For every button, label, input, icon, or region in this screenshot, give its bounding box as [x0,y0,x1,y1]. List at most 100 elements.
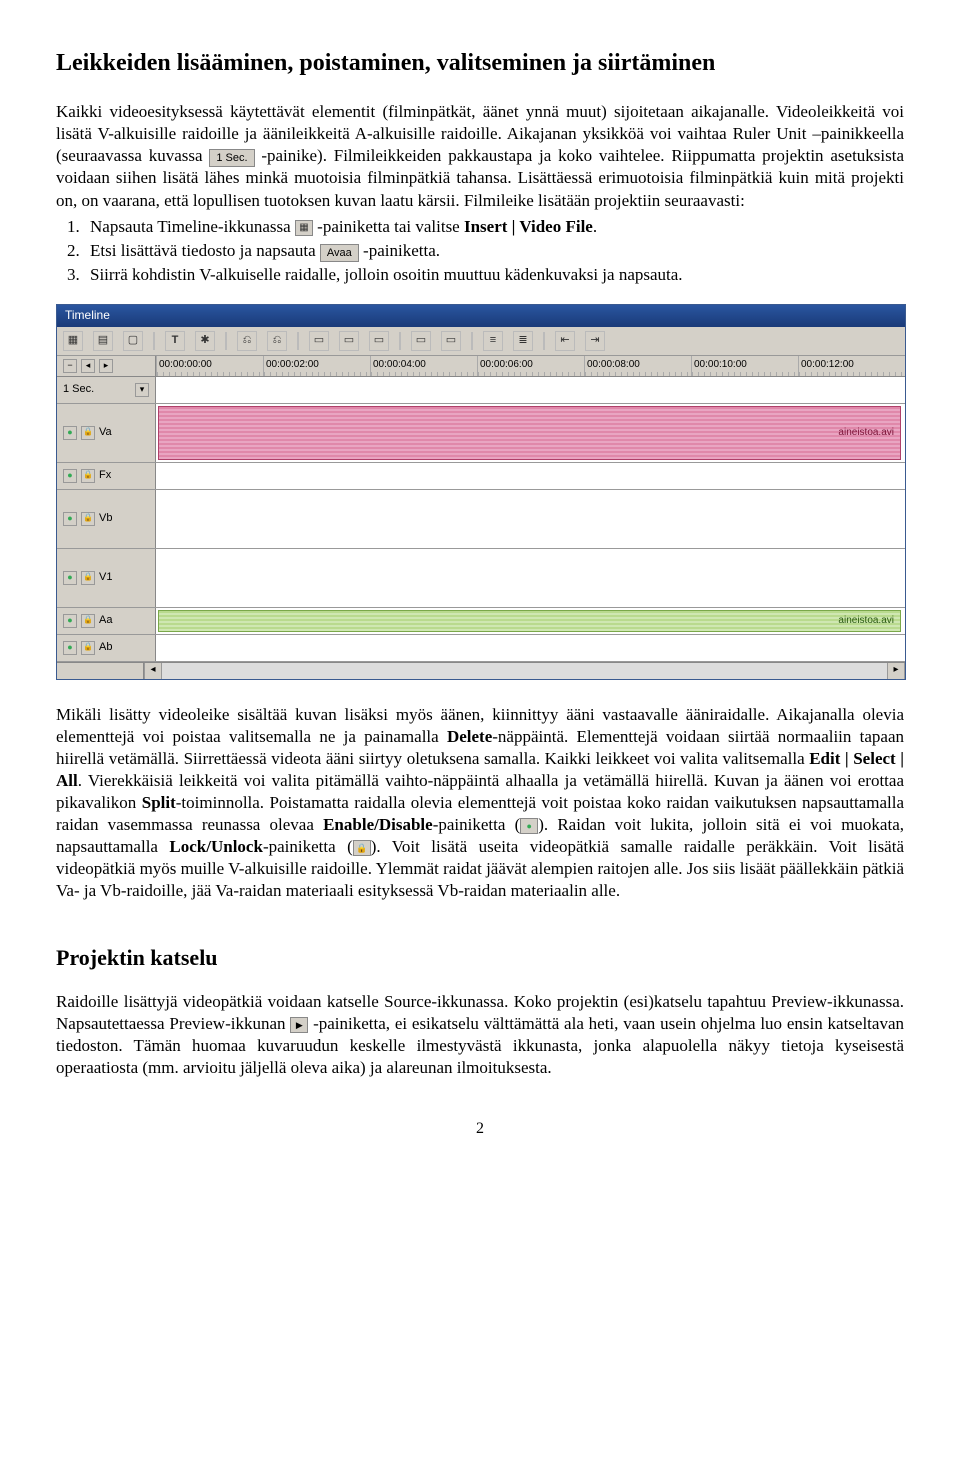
section-heading: Leikkeiden lisääminen, poistaminen, vali… [56,48,904,79]
step2-b: -painiketta. [363,241,440,260]
step-3: Siirrä kohdistin V-alkuiselle raidalle, … [84,264,904,286]
ruler-ticks: 00:00:00:0000:00:02:0000:00:04:0000:00:0… [156,356,905,376]
lock-icon[interactable]: 🔒 [81,512,95,526]
track-body[interactable] [156,463,905,489]
toolbar-icon[interactable]: ▭ [369,331,389,351]
track-header: ●🔒Ab [57,635,156,661]
ruler-left-controls: − ◂ ▸ [57,356,156,376]
ruler-tick: 00:00:04:00 [370,356,477,376]
ruler-tick: 00:00:06:00 [477,356,584,376]
ruler-unit-label[interactable]: 1 Sec. [63,382,94,396]
toolbar-icon[interactable]: ⎌ [237,331,257,351]
timeline-ruler: − ◂ ▸ 00:00:00:0000:00:02:0000:00:04:000… [57,356,905,377]
collapse-icon[interactable]: − [63,359,77,373]
paragraph-after-timeline: Mikäli lisätty videoleike sisältää kuvan… [56,704,904,903]
paragraph-preview: Raidoille lisättyjä videopätkiä voidaan … [56,991,904,1079]
timeline-scrollbar[interactable]: ◂ ▸ [57,662,905,679]
ruler-tick: 00:00:02:00 [263,356,370,376]
next-icon[interactable]: ▸ [99,359,113,373]
open-button-inline: Avaa [320,244,359,262]
enable-disable-icon[interactable]: ● [63,426,77,440]
timeline-titlebar: Timeline [57,305,905,327]
p2-e: -painiketta ( [433,815,521,834]
enable-disable-icon[interactable]: ● [63,641,77,655]
enable-disable-icon [520,818,538,834]
film-icon [295,220,313,236]
toolbar-icon[interactable]: ▭ [339,331,359,351]
clip[interactable]: aineistoa.avi [158,610,901,632]
ruler-tick: 00:00:08:00 [584,356,691,376]
track-body[interactable]: aineistoa.avi [156,404,905,462]
timeline-track-fx: ● 🔒 Fx [57,463,905,490]
step1-menu: Insert | Video File [464,217,593,236]
track-label: Vb [99,511,112,525]
track-body[interactable] [156,635,905,661]
track-label: Va [99,425,112,439]
toolbar-icon[interactable]: ≣ [513,331,533,351]
bold-enable: Enable/Disable [323,815,433,834]
bold-lock: Lock/Unlock [169,837,263,856]
step1-dot: . [593,217,597,236]
toolbar-separator [225,332,227,350]
enable-disable-icon[interactable]: ● [63,469,77,483]
prev-icon[interactable]: ◂ [81,359,95,373]
timeline-track-va: ● 🔒 Va aineistoa.avi [57,404,905,463]
lock-icon[interactable]: 🔒 [81,469,95,483]
toolbar-icon[interactable]: ▢ [123,331,143,351]
timeline-toolbar: ▦ ▤ ▢ T ✱ ⎌ ⎌ ▭ ▭ ▭ ▭ ▭ ≡ ≣ ⇤ ⇥ [57,327,905,356]
scroll-right-icon[interactable]: ▸ [887,663,905,679]
track-label: V1 [99,570,112,584]
dropdown-icon[interactable]: ▾ [135,383,149,397]
toolbar-separator [399,332,401,350]
toolbar-separator [471,332,473,350]
toolbar-icon[interactable]: ⇥ [585,331,605,351]
toolbar-icon[interactable]: ≡ [483,331,503,351]
track-label: Aa [99,613,112,627]
ruler-unit-row: 1 Sec. ▾ [57,377,905,404]
toolbar-icon[interactable]: ✱ [195,331,215,351]
toolbar-icon[interactable]: ⎌ [267,331,287,351]
intro-paragraph: Kaikki videoesityksessä käytettävät elem… [56,101,904,211]
toolbar-icon[interactable]: ▦ [63,331,83,351]
track-body[interactable] [156,549,905,607]
toolbar-icon[interactable]: ⇤ [555,331,575,351]
timeline-track-vb: ● 🔒 Vb [57,490,905,549]
lock-icon[interactable]: 🔒 [81,641,95,655]
enable-disable-icon[interactable]: ● [63,512,77,526]
timeline-track-ab: ●🔒Ab [57,635,905,662]
step1-b: -painiketta tai valitse [317,217,464,236]
clip[interactable]: aineistoa.avi [158,406,901,460]
lock-icon[interactable]: 🔒 [81,614,95,628]
lock-icon[interactable]: 🔒 [81,426,95,440]
track-label: Fx [99,468,111,482]
step-1: Napsauta Timeline-ikkunassa -painiketta … [84,216,904,238]
step1-a: Napsauta Timeline-ikkunassa [90,217,295,236]
ruler-tick: 00:00:00:00 [156,356,263,376]
step2-a: Etsi lisättävä tiedosto ja napsauta [90,241,320,260]
track-header: ● 🔒 V1 [57,549,156,607]
enable-disable-icon[interactable]: ● [63,614,77,628]
steps-list: Napsauta Timeline-ikkunassa -painiketta … [84,216,904,286]
toolbar-icon[interactable]: ▭ [441,331,461,351]
track-header: ● 🔒 Aa [57,608,156,634]
toolbar-icon[interactable]: ▭ [309,331,329,351]
track-body[interactable] [156,490,905,548]
lock-icon[interactable]: 🔒 [81,571,95,585]
toolbar-icon[interactable]: ▭ [411,331,431,351]
p2-g: -painiketta ( [263,837,353,856]
timeline-track-aa: ● 🔒 Aa aineistoa.avi [57,608,905,635]
track-body[interactable]: aineistoa.avi [156,608,905,634]
toolbar-icon[interactable]: ▤ [93,331,113,351]
bold-split: Split [142,793,176,812]
timeline-window: Timeline ▦ ▤ ▢ T ✱ ⎌ ⎌ ▭ ▭ ▭ ▭ ▭ ≡ ≣ ⇤ ⇥… [56,304,906,680]
ruler-unit-button-inline: 1 Sec. [209,149,254,167]
track-header: ● 🔒 Fx [57,463,156,489]
scroll-left-icon[interactable]: ◂ [144,663,162,679]
toolbar-separator [297,332,299,350]
toolbar-separator [543,332,545,350]
bold-delete: Delete [447,727,492,746]
toolbar-icon[interactable]: T [165,331,185,351]
lock-icon [353,840,371,856]
ruler-tick: 00:00:10:00 [691,356,798,376]
enable-disable-icon[interactable]: ● [63,571,77,585]
